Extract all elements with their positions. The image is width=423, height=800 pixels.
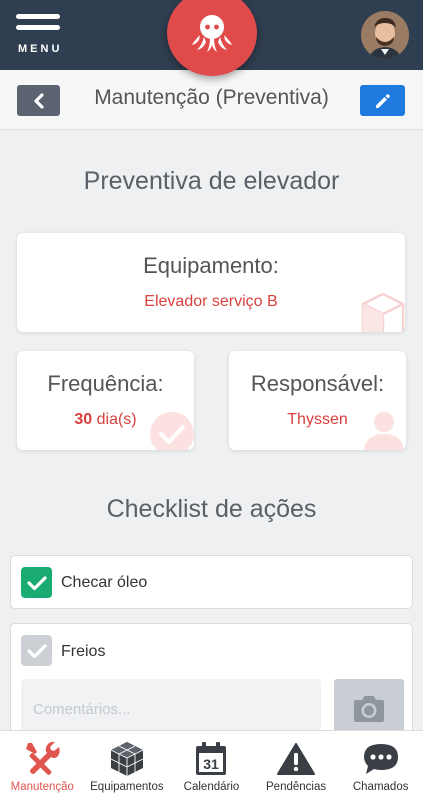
checkbox-checked[interactable] — [21, 567, 52, 598]
check-circle-watermark-icon — [150, 412, 194, 450]
camera-icon — [354, 696, 384, 722]
chevron-left-icon — [33, 92, 44, 109]
checklist-item-oil: Checar óleo — [10, 555, 413, 609]
back-button[interactable] — [17, 85, 60, 116]
equipment-card: Equipamento: Elevador serviço B — [17, 233, 405, 332]
nav-item-chamados[interactable]: Chamados — [338, 731, 423, 800]
tools-icon — [26, 741, 60, 775]
warning-icon — [277, 743, 316, 775]
cube-watermark-icon — [361, 292, 405, 332]
menu-button[interactable]: MENU — [16, 14, 62, 58]
page-title: Manutenção (Preventiva) — [94, 86, 329, 109]
nav-label: Manutenção — [10, 781, 74, 793]
equipment-label: Equipamento: — [143, 253, 279, 278]
responsible-card: Responsável: Thyssen — [229, 351, 406, 450]
menu-label: MENU — [18, 43, 63, 55]
responsible-label: Responsável: — [250, 371, 385, 396]
frequency-number: 30 — [74, 411, 93, 428]
avatar[interactable] — [361, 11, 409, 59]
checkmark-icon — [26, 643, 47, 658]
equipment-value: Elevador serviço B — [144, 293, 278, 310]
top-bar: MENU — [0, 0, 423, 76]
nav-item-equipamentos[interactable]: Equipamentos — [85, 731, 170, 800]
person-watermark-icon — [364, 412, 404, 450]
hamburger-icon-line — [16, 25, 60, 30]
checkmark-icon — [26, 575, 47, 590]
octopus-logo-icon[interactable] — [167, 0, 257, 76]
nav-item-manutencao[interactable]: Manutenção — [0, 731, 85, 800]
checklist-item-label: Checar óleo — [61, 574, 148, 591]
checklist-title: Checklist de ações — [106, 495, 317, 523]
frequency-card: Frequência: 30 dia(s) — [17, 351, 194, 450]
nav-label: Calendário — [183, 781, 240, 793]
checkbox-unchecked[interactable] — [21, 635, 52, 666]
checklist-item-label: Freios — [61, 643, 106, 660]
nav-label: Chamados — [352, 781, 409, 793]
nav-label: Pendências — [266, 781, 327, 793]
sub-header: Manutenção (Preventiva) — [0, 70, 423, 130]
main-title: Preventiva de elevador — [83, 167, 340, 195]
nav-label: Equipamentos — [90, 781, 164, 793]
frequency-label: Frequência: — [47, 371, 164, 396]
cube-icon — [110, 742, 144, 776]
bottom-nav: Manutenção Equipamentos 31 Calendário Pe… — [0, 730, 423, 800]
calendar-day: 31 — [204, 756, 220, 772]
calendar-icon: 31 — [196, 742, 227, 775]
pencil-icon — [375, 93, 390, 108]
frequency-unit: dia(s) — [92, 411, 137, 428]
nav-item-pendencias[interactable]: Pendências — [254, 731, 339, 800]
edit-button[interactable] — [360, 85, 405, 116]
nav-item-calendario[interactable]: 31 Calendário — [169, 731, 254, 800]
chat-icon — [363, 744, 398, 774]
hamburger-icon — [16, 14, 60, 19]
